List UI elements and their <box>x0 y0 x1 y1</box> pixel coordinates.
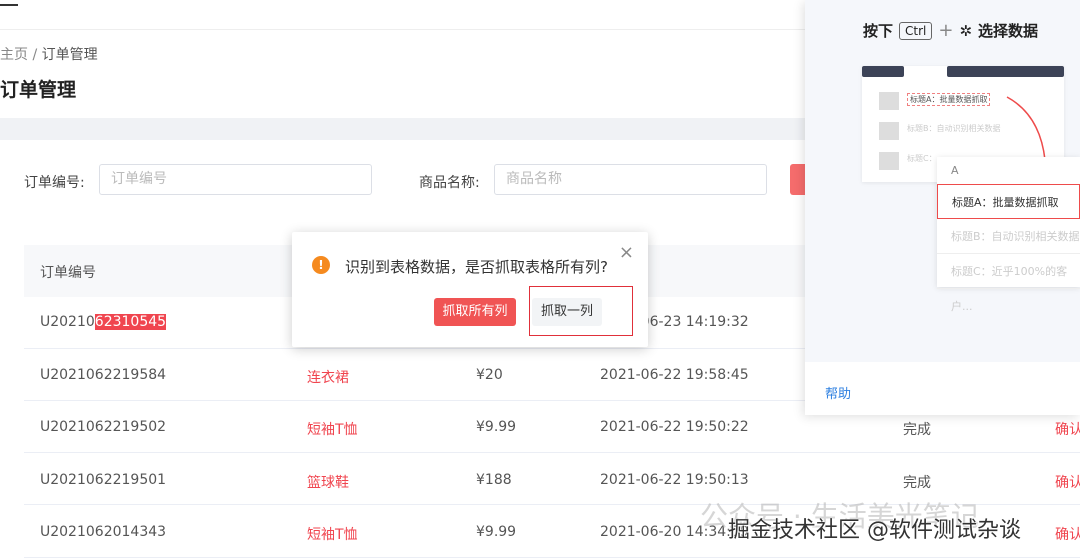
mock-tab <box>947 66 1064 77</box>
panel-title-press: 按下 <box>863 22 894 40</box>
column-header: A <box>951 164 959 177</box>
order-id: U2021062310545 <box>40 314 167 330</box>
menu-icon[interactable] <box>0 0 18 6</box>
mock-item: 标题A：批量数据抓取 <box>907 93 991 106</box>
watermark: 掘金技术社区 @软件测试杂谈 <box>728 518 1021 543</box>
column-item: 标题B：自动识别相关数据 <box>937 219 1080 254</box>
order-time: 2021-06-22 19:58:45 <box>600 367 749 383</box>
order-id: U2021062219501 <box>40 472 167 488</box>
panel-title-select: 选择数据 <box>978 22 1039 40</box>
help-link[interactable]: 帮助 <box>825 383 851 402</box>
confirm-link[interactable]: 确认 <box>1055 524 1080 544</box>
illustration-column: A 标题A：批量数据抓取 标题B：自动识别相关数据 标题C：近乎100%的客户.… <box>937 157 1080 313</box>
price: ¥9.99 <box>476 524 517 540</box>
product-link[interactable]: 篮球鞋 <box>307 472 349 492</box>
status: 完成 <box>903 422 931 438</box>
cursor-click-icon: ✲ <box>959 21 973 40</box>
status: 完成 <box>903 475 931 491</box>
image-placeholder-icon <box>879 152 899 170</box>
order-id-input[interactable]: 订单编号 <box>99 164 372 195</box>
column-item: 标题C：近乎100%的客户... <box>937 254 1080 313</box>
product-link[interactable]: 连衣裙 <box>307 367 349 387</box>
price: ¥188 <box>476 472 512 488</box>
order-time: 2021-06-22 19:50:22 <box>600 419 749 435</box>
price: ¥20 <box>476 367 503 383</box>
image-placeholder-icon <box>879 92 899 110</box>
header-order-id: 订单编号 <box>40 265 96 281</box>
order-time: 2021-06-22 19:50:13 <box>600 472 749 488</box>
dialog-message: 识别到表格数据，是否抓取表格所有列? <box>345 258 608 276</box>
order-id: U2021062219502 <box>40 419 167 435</box>
plus-sign: + <box>938 20 954 41</box>
product-name-input[interactable]: 商品名称 <box>494 164 767 195</box>
panel-title: 按下 Ctrl + ✲ 选择数据 <box>863 20 1038 41</box>
ctrl-key: Ctrl <box>899 21 933 40</box>
product-link[interactable]: 短袖T恤 <box>307 524 358 544</box>
highlight-box <box>529 286 633 336</box>
mock-item: 标题C： <box>907 154 937 163</box>
image-placeholder-icon <box>879 122 899 140</box>
selected-text: 62310545 <box>94 314 167 330</box>
breadcrumb-home[interactable]: 主页 <box>0 47 28 63</box>
breadcrumb-separator: / <box>32 47 38 63</box>
order-id: U2021062219584 <box>40 367 167 383</box>
mock-item: 标题B：自动识别相关数据 <box>907 124 1001 133</box>
warning-icon: ! <box>312 256 330 274</box>
confirm-link[interactable]: 确认 <box>1055 472 1080 492</box>
close-icon[interactable]: × <box>619 242 634 263</box>
column-item: 标题A：批量数据抓取 <box>937 184 1080 219</box>
order-id: U2021062014343 <box>40 524 167 540</box>
price: ¥9.99 <box>476 419 517 435</box>
mock-tab <box>862 66 904 77</box>
breadcrumb: 主页 / 订单管理 <box>0 44 98 64</box>
order-id-label: 订单编号: <box>24 175 85 191</box>
product-link[interactable]: 短袖T恤 <box>307 419 358 439</box>
page-title: 订单管理 <box>0 79 77 101</box>
breadcrumb-current: 订单管理 <box>41 47 98 63</box>
product-name-label: 商品名称: <box>419 175 480 191</box>
grab-all-columns-button[interactable]: 抓取所有列 <box>434 298 516 326</box>
confirm-link[interactable]: 确认 <box>1055 419 1080 439</box>
